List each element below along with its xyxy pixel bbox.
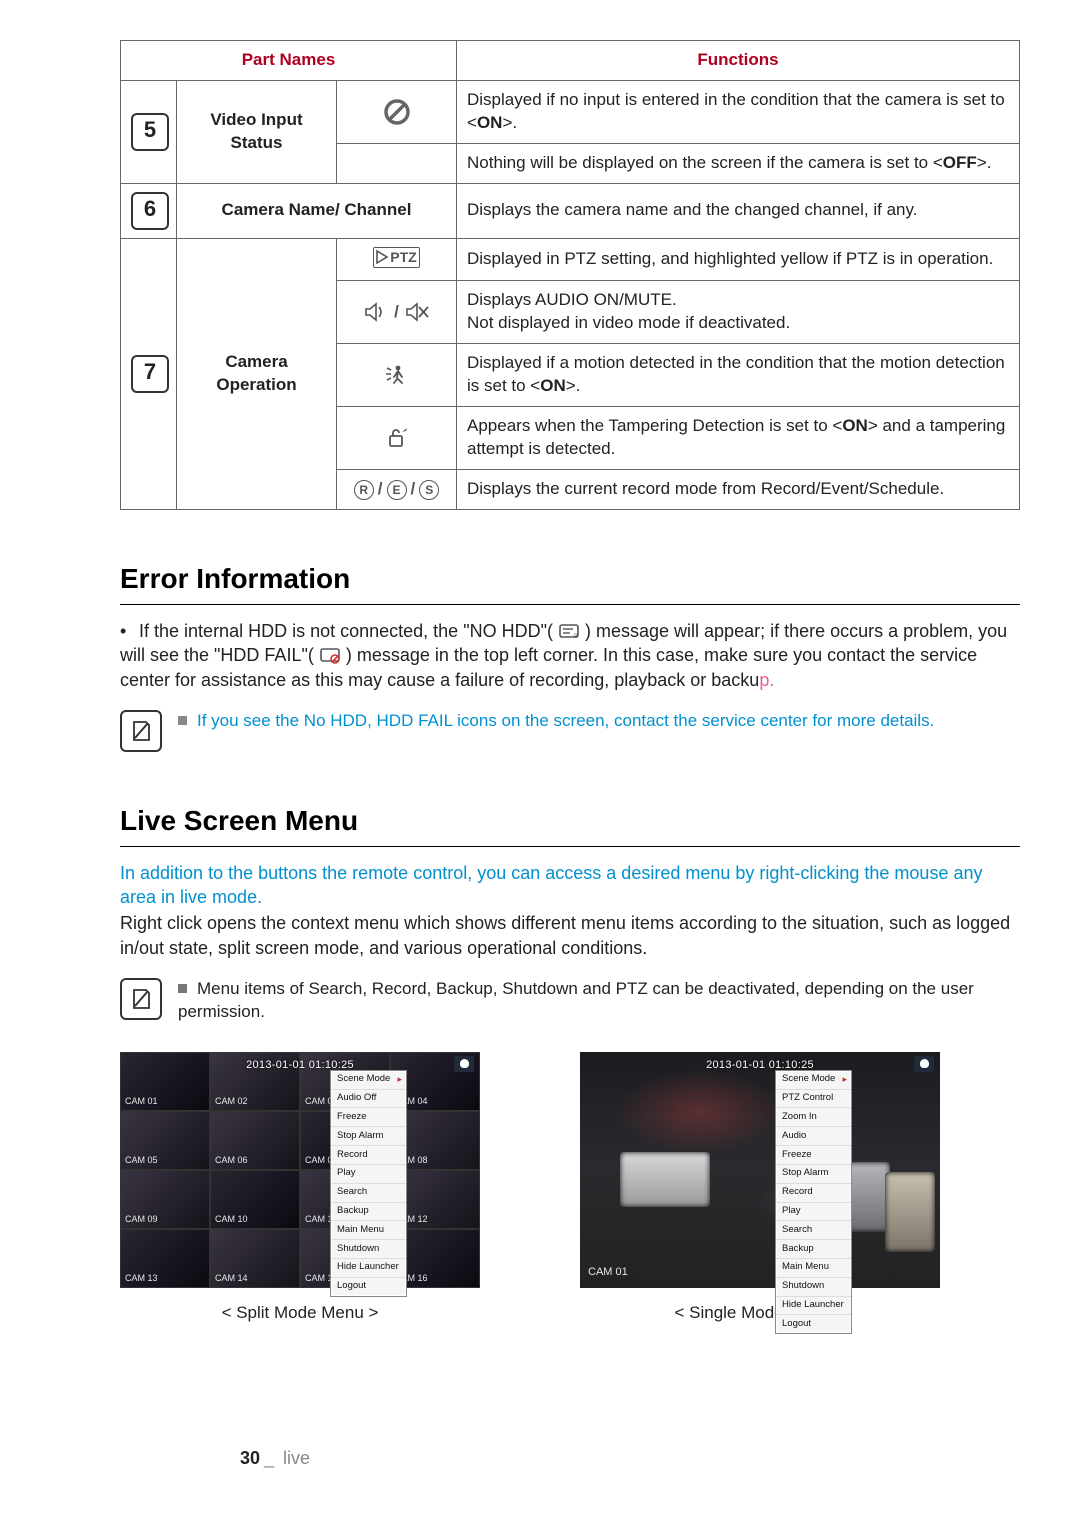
- row7-func-motion: Displayed if a motion detected in the co…: [457, 344, 1020, 407]
- split-grid-cell: CAM 09: [120, 1170, 210, 1229]
- note-icon: [120, 978, 162, 1020]
- split-grid-cell: CAM 13: [120, 1229, 210, 1288]
- cam-label: CAM 14: [215, 1272, 248, 1284]
- parts-functions-table: Part Names Functions 5 Video Input Statu…: [120, 40, 1020, 510]
- error-note-text: If you see the No HDD, HDD FAIL icons on…: [178, 710, 1020, 733]
- no-video-icon: [337, 80, 457, 143]
- single-caption: < Single Mode Menu >: [580, 1302, 940, 1325]
- split-grid-cell: CAM 06: [210, 1111, 300, 1170]
- cam-label: CAM 13: [125, 1272, 158, 1284]
- context-menu-item[interactable]: Record: [331, 1146, 406, 1165]
- error-note: If you see the No HDD, HDD FAIL icons on…: [120, 710, 1020, 752]
- row7-badge: 7: [121, 238, 177, 510]
- row7-func-tamper: Appears when the Tampering Detection is …: [457, 406, 1020, 469]
- context-menu-item[interactable]: Freeze: [331, 1108, 406, 1127]
- live-menu-note: Menu items of Search, Record, Backup, Sh…: [120, 978, 1020, 1024]
- svg-text:⊘: ⊘: [573, 633, 579, 640]
- cam-label: CAM 10: [215, 1213, 248, 1225]
- context-menu-item[interactable]: PTZ Control: [776, 1090, 851, 1109]
- split-grid-cell: CAM 14: [210, 1229, 300, 1288]
- context-menu-item[interactable]: Logout: [331, 1278, 406, 1296]
- split-caption: < Split Mode Menu >: [120, 1302, 480, 1325]
- context-menu-item[interactable]: Scene Mode: [776, 1071, 851, 1090]
- context-menu-item[interactable]: Shutdown: [776, 1278, 851, 1297]
- live-menu-heading: Live Screen Menu: [120, 802, 1020, 847]
- header-functions: Functions: [457, 41, 1020, 81]
- number-badge-6: 6: [131, 192, 169, 230]
- split-grid-cell: CAM 01: [120, 1052, 210, 1111]
- header-part-names: Part Names: [121, 41, 457, 81]
- motion-icon: [337, 344, 457, 407]
- cam-label: CAM 06: [215, 1154, 248, 1166]
- cam-label: CAM 05: [125, 1154, 158, 1166]
- context-menu-item[interactable]: Search: [331, 1184, 406, 1203]
- error-info-heading: Error Information: [120, 560, 1020, 605]
- single-cam-label: CAM 01: [588, 1265, 628, 1280]
- record-mode-icon: R / E / S: [337, 469, 457, 510]
- context-menu-item[interactable]: Backup: [331, 1203, 406, 1222]
- context-menu-item[interactable]: Main Menu: [331, 1221, 406, 1240]
- page-footer: 30_ live: [240, 1446, 310, 1470]
- context-menu-item[interactable]: Logout: [776, 1315, 851, 1333]
- audio-icon: /: [337, 281, 457, 344]
- row7-func-audio: Displays AUDIO ON/MUTE. Not displayed in…: [457, 281, 1020, 344]
- context-menu-item[interactable]: Main Menu: [776, 1259, 851, 1278]
- context-menu-item[interactable]: Zoom In: [776, 1108, 851, 1127]
- tamper-icon: [337, 406, 457, 469]
- user-icon: [454, 1056, 474, 1072]
- number-badge-7: 7: [131, 355, 169, 393]
- live-menu-note-text: Menu items of Search, Record, Backup, Sh…: [178, 978, 1020, 1024]
- context-menu-item[interactable]: Search: [776, 1221, 851, 1240]
- row5-name: Video Input Status: [177, 80, 337, 183]
- single-context-menu: Scene ModePTZ ControlZoom InAudioFreezeS…: [775, 1070, 852, 1334]
- context-menu-item[interactable]: Scene Mode: [331, 1071, 406, 1090]
- context-menu-item[interactable]: Backup: [776, 1240, 851, 1259]
- split-grid-cell: CAM 10: [210, 1170, 300, 1229]
- split-grid-cell: CAM 05: [120, 1111, 210, 1170]
- error-info-paragraph: • If the internal HDD is not connected, …: [120, 619, 1020, 692]
- context-menu-item[interactable]: Stop Alarm: [776, 1165, 851, 1184]
- row7-func-res: Displays the current record mode from Re…: [457, 469, 1020, 510]
- number-badge-5: 5: [131, 113, 169, 151]
- context-menu-item[interactable]: Shutdown: [331, 1240, 406, 1259]
- context-menu-item[interactable]: Hide Launcher: [776, 1297, 851, 1316]
- context-menu-item[interactable]: Record: [776, 1184, 851, 1203]
- context-menu-item[interactable]: Play: [331, 1165, 406, 1184]
- row7-func-ptz: Displayed in PTZ setting, and highlighte…: [457, 238, 1020, 280]
- cam-label: CAM 01: [125, 1095, 158, 1107]
- single-mode-screenshot: 2013-01-01 01:10:25 CAM 01 Scene ModePTZ…: [580, 1052, 940, 1288]
- context-menu-item[interactable]: Freeze: [776, 1146, 851, 1165]
- live-menu-intro-blue: In addition to the buttons the remote co…: [120, 861, 1020, 910]
- row6-name: Camera Name/ Channel: [177, 183, 457, 238]
- note-icon: [120, 710, 162, 752]
- cam-label: CAM 09: [125, 1213, 158, 1225]
- user-icon: [914, 1056, 934, 1072]
- row7-name: Camera Operation: [177, 238, 337, 510]
- cam-label: CAM 02: [215, 1095, 248, 1107]
- context-menu-item[interactable]: Audio Off: [331, 1090, 406, 1109]
- row6-func: Displays the camera name and the changed…: [457, 183, 1020, 238]
- row5-blank-icon: [337, 143, 457, 183]
- row6-badge: 6: [121, 183, 177, 238]
- row5-func-b: Nothing will be displayed on the screen …: [457, 143, 1020, 183]
- live-menu-intro-body: Right click opens the context menu which…: [120, 911, 1020, 960]
- context-menu-item[interactable]: Audio: [776, 1127, 851, 1146]
- split-context-menu: Scene ModeAudio OffFreezeStop AlarmRecor…: [330, 1070, 407, 1297]
- ptz-icon: PTZ: [337, 238, 457, 280]
- row5-func-a: Displayed if no input is entered in the …: [457, 80, 1020, 143]
- context-menu-item[interactable]: Play: [776, 1203, 851, 1222]
- context-menu-item[interactable]: Hide Launcher: [331, 1259, 406, 1278]
- row5-badge: 5: [121, 80, 177, 183]
- split-mode-screenshot: CAM 01CAM 02CAM 03CAM 04CAM 05CAM 06CAM …: [120, 1052, 480, 1288]
- context-menu-item[interactable]: Stop Alarm: [331, 1127, 406, 1146]
